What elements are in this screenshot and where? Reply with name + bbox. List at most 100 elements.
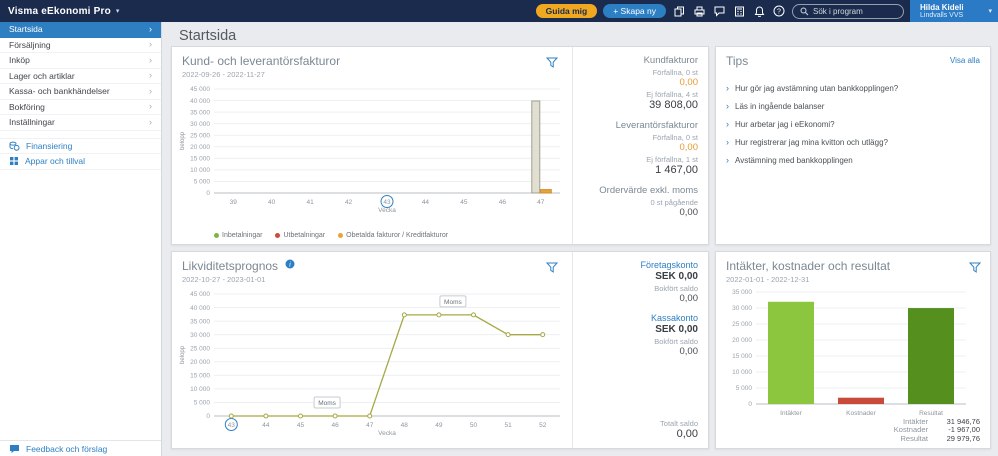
sidebar-link-label: Appar och tillval — [25, 156, 85, 166]
app-switcher[interactable]: Visma eEkonomi Pro ▾ — [8, 6, 119, 17]
svg-text:42: 42 — [345, 199, 353, 206]
feedback-label: Feedback och förslag — [26, 444, 107, 454]
info-icon[interactable]: i — [285, 259, 295, 269]
legend-label: Utbetalningar — [283, 232, 325, 239]
sidebar-item-finansiering[interactable]: Finansiering — [0, 138, 161, 154]
create-new-button[interactable]: + Skapa ny — [603, 4, 666, 18]
result-chart: 05 00010 00015 00020 00025 00030 00035 0… — [722, 286, 974, 423]
svg-text:belopp: belopp — [180, 345, 186, 364]
account-link-foretagskonto[interactable]: Företagskonto — [583, 260, 698, 270]
apps-icon — [9, 156, 19, 166]
result-row-label: Resultat — [900, 435, 928, 444]
app-title: Visma eEkonomi Pro — [8, 6, 111, 17]
tips-item-label: Hur arbetar jag i eEkonomi? — [735, 120, 835, 129]
booked-balance-value: 0,00 — [583, 293, 698, 304]
filter-icon[interactable] — [546, 55, 558, 73]
tips-list: ›Hur gör jag avstämning utan bankkopplin… — [716, 79, 990, 169]
customer-overdue-value: 0,00 — [583, 77, 698, 88]
liquidity-card-title: Likviditetsprognos i — [182, 259, 295, 273]
tips-item[interactable]: ›Hur gör jag avstämning utan bankkopplin… — [716, 79, 990, 97]
invoices-card: Kund- och leverantörsfakturor 2022-09-26… — [171, 46, 709, 245]
svg-text:20 000: 20 000 — [190, 359, 210, 366]
tips-item[interactable]: ›Avstämning med bankkopplingen — [716, 151, 990, 169]
svg-text:35 000: 35 000 — [190, 109, 210, 116]
chevron-right-icon: › — [149, 71, 152, 80]
total-balance-label: Totalt saldo — [660, 419, 698, 428]
svg-text:15 000: 15 000 — [732, 353, 752, 360]
user-menu[interactable]: Hilda Kideli Lindvalls VVS ▾ — [910, 0, 998, 22]
customer-notdue-label: Ej förfallna, 4 st — [583, 90, 698, 99]
sidebar-item-startsida[interactable]: Startsida › — [0, 22, 161, 38]
account-amount: SEK 0,00 — [583, 271, 698, 282]
tips-item[interactable]: ›Läs in ingående balanser — [716, 97, 990, 115]
tips-card: Tips Visa alla ›Hur gör jag avstämning u… — [715, 46, 991, 245]
svg-text:20 000: 20 000 — [190, 144, 210, 151]
svg-text:35 000: 35 000 — [732, 289, 752, 296]
guide-button[interactable]: Guida mig — [536, 4, 598, 18]
account-link-kassakonto[interactable]: Kassakonto — [583, 313, 698, 323]
tips-item[interactable]: ›Hur registrerar jag mina kvitton och ut… — [716, 133, 990, 151]
show-all-link[interactable]: Visa alla — [950, 56, 980, 65]
help-icon[interactable]: ? — [772, 4, 786, 18]
feedback-link[interactable]: Feedback och förslag — [0, 440, 161, 456]
invoices-card-title: Kund- och leverantörsfakturor — [182, 54, 340, 68]
sidebar-item-label: Inställningar — [9, 117, 55, 127]
sidebar-item-kassa-och-bankhandelser[interactable]: Kassa- och bankhändelser › — [0, 84, 161, 100]
customer-notdue-value: 39 808,00 — [583, 99, 698, 111]
svg-text:0: 0 — [206, 413, 210, 420]
sidebar-item-appar-och-tillval[interactable]: Appar och tillval — [0, 154, 161, 170]
topbar: Visma eEkonomi Pro ▾ Guida mig + Skapa n… — [0, 0, 998, 22]
svg-text:44: 44 — [262, 422, 270, 429]
svg-text:10 000: 10 000 — [190, 386, 210, 393]
sidebar-item-forsaljning[interactable]: Försäljning › — [0, 38, 161, 54]
utbetalningar-dot-icon — [275, 233, 280, 238]
svg-text:i: i — [289, 260, 291, 268]
sidebar-item-bokforing[interactable]: Bokföring › — [0, 100, 161, 116]
svg-text:30 000: 30 000 — [732, 305, 752, 312]
sidebar-item-label: Försäljning — [9, 40, 51, 50]
tips-item[interactable]: ›Hur arbetar jag i eEkonomi? — [716, 115, 990, 133]
search-icon — [800, 7, 809, 16]
chat-icon[interactable] — [712, 4, 726, 18]
customer-overdue-label: Förfallna, 0 st — [583, 68, 698, 77]
svg-text:46: 46 — [499, 199, 507, 206]
liquidity-chart: 05 00010 00015 00020 00025 00030 00035 0… — [176, 288, 568, 443]
search-input[interactable] — [813, 7, 896, 16]
filter-icon[interactable] — [969, 260, 981, 278]
sidebar-item-label: Inköp — [9, 55, 30, 65]
sidebar-item-label: Kassa- och bankhändelser — [9, 86, 110, 96]
tips-item-label: Avstämning med bankkopplingen — [735, 156, 853, 165]
booked-balance-value: 0,00 — [583, 346, 698, 357]
sidebar-link-label: Finansiering — [26, 141, 72, 151]
svg-text:25 000: 25 000 — [190, 345, 210, 352]
sidebar-item-lager-och-artiklar[interactable]: Lager och artiklar › — [0, 69, 161, 85]
bell-icon[interactable] — [752, 4, 766, 18]
filter-icon[interactable] — [546, 260, 558, 278]
supplier-overdue-label: Förfallna, 0 st — [583, 133, 698, 142]
svg-text:0: 0 — [206, 190, 210, 197]
chevron-right-icon: › — [149, 56, 152, 65]
total-balance: Totalt saldo 0,00 — [660, 417, 698, 440]
chevron-right-icon: › — [149, 102, 152, 111]
sidebar-item-inkop[interactable]: Inköp › — [0, 53, 161, 69]
search-box — [792, 4, 904, 19]
printer-icon[interactable] — [692, 4, 706, 18]
calculator-icon[interactable] — [732, 4, 746, 18]
legend-item: Obetalda fakturor / Kreditfakturor — [338, 232, 448, 239]
result-summary: Intäkter31 946,76 Kostnader-1 967,00 Res… — [894, 418, 980, 444]
order-value-title: Ordervärde exkl. moms — [583, 185, 698, 196]
sidebar: Startsida › Försäljning › Inköp › Lager … — [0, 22, 162, 456]
svg-text:5 000: 5 000 — [194, 400, 211, 407]
result-date-range: 2022-01-01 - 2022-12-31 — [726, 275, 809, 284]
invoices-date-range: 2022-09-26 - 2022-11-27 — [182, 70, 265, 79]
sidebar-item-label: Startsida — [9, 24, 43, 34]
chevron-right-icon: › — [149, 87, 152, 96]
financing-icon — [9, 141, 20, 151]
svg-text:49: 49 — [435, 422, 443, 429]
documents-icon[interactable] — [672, 4, 686, 18]
booked-balance-label: Bokfört saldo — [583, 284, 698, 293]
chevron-right-icon: › — [149, 40, 152, 49]
sidebar-item-installningar[interactable]: Inställningar › — [0, 115, 161, 131]
svg-text:39: 39 — [230, 199, 238, 206]
legend-item: Utbetalningar — [275, 232, 325, 239]
